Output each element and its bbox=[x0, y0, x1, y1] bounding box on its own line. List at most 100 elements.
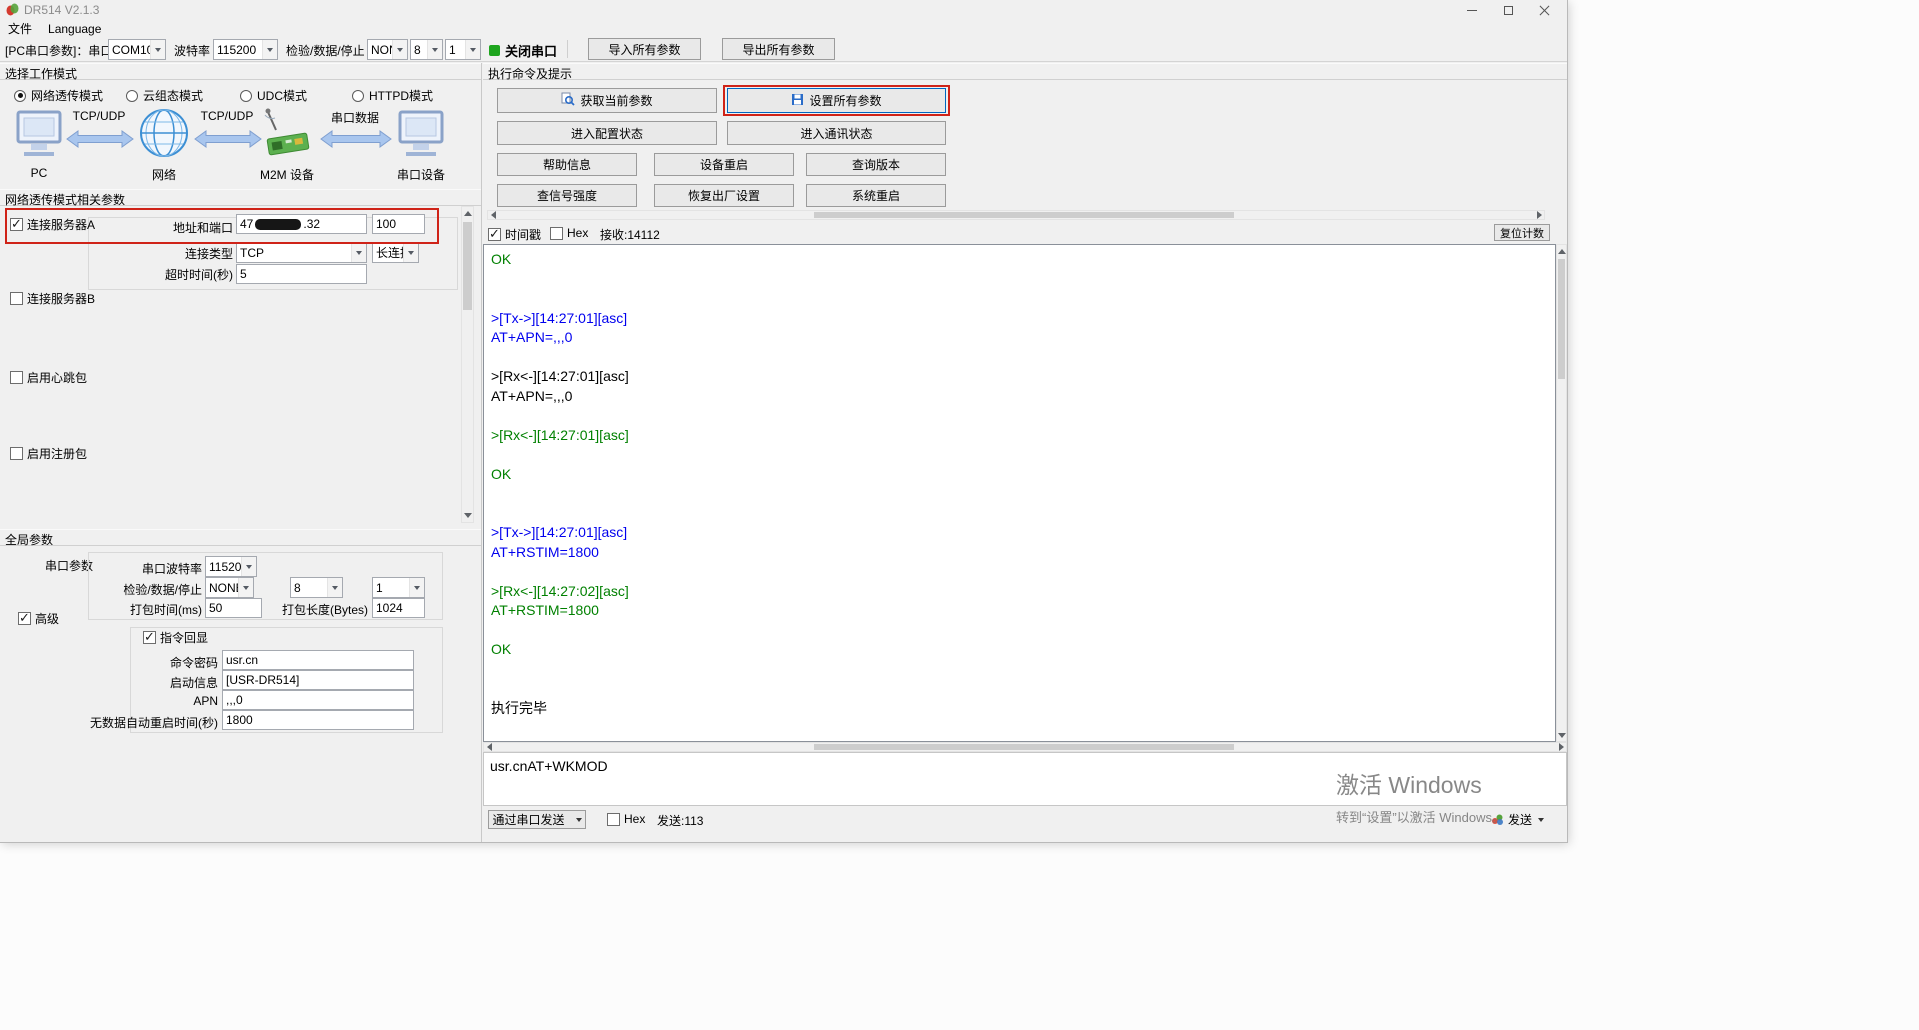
parity-select[interactable]: NONI bbox=[367, 39, 408, 60]
pack-len-input[interactable] bbox=[372, 598, 425, 618]
query-version-button[interactable]: 查询版本 bbox=[806, 153, 946, 176]
conn-mode-select[interactable]: 长连接 bbox=[372, 242, 419, 263]
scroll-up-icon[interactable] bbox=[1557, 245, 1566, 257]
server-a-address-input[interactable]: 47 .32 bbox=[236, 214, 367, 234]
mode-net-transparent-radio[interactable]: 网络透传模式 bbox=[14, 87, 103, 104]
titlebar: DR514 V2.1.3 bbox=[0, 0, 1567, 20]
minimize-button[interactable] bbox=[1454, 0, 1490, 20]
menu-file[interactable]: 文件 bbox=[8, 20, 32, 37]
server-b-checkbox[interactable]: 连接服务器B bbox=[10, 290, 95, 307]
server-a-port-input[interactable] bbox=[372, 214, 425, 234]
scroll-down-icon[interactable] bbox=[1557, 729, 1566, 741]
enter-config-button[interactable]: 进入配置状态 bbox=[497, 121, 717, 145]
apn-label: APN bbox=[60, 694, 218, 708]
cmd-password-input[interactable] bbox=[222, 650, 414, 670]
help-info-button[interactable]: 帮助信息 bbox=[497, 153, 637, 176]
left-panel-scrollbar[interactable] bbox=[461, 206, 474, 523]
scrollbar-thumb[interactable] bbox=[814, 744, 1234, 750]
mode-udc-radio[interactable]: UDC模式 bbox=[240, 87, 307, 104]
hex-send-checkbox[interactable]: Hex bbox=[607, 812, 645, 826]
maximize-icon bbox=[1504, 6, 1513, 15]
import-all-label: 导入所有参数 bbox=[608, 41, 680, 58]
chevron-down-icon bbox=[576, 818, 582, 825]
scroll-up-icon[interactable] bbox=[462, 207, 473, 220]
export-all-label: 导出所有参数 bbox=[742, 41, 814, 58]
log-line: AT+APN=,,,0 bbox=[491, 387, 1548, 407]
stopbits-select[interactable]: 1 bbox=[445, 39, 481, 60]
command-hscrollbar[interactable] bbox=[487, 210, 1545, 220]
chevron-down-icon bbox=[241, 557, 256, 576]
databits-select[interactable]: 8 bbox=[410, 39, 443, 60]
export-all-params-button[interactable]: 导出所有参数 bbox=[722, 38, 835, 60]
send-input[interactable]: usr.cnAT+WKMOD bbox=[483, 752, 1567, 806]
radio-icon bbox=[126, 90, 138, 102]
command-section-header: 执行命令及提示 bbox=[483, 63, 1567, 80]
echo-checkbox[interactable]: 指令回显 bbox=[140, 629, 211, 646]
apn-input[interactable] bbox=[222, 690, 414, 710]
chevron-down-icon bbox=[409, 578, 424, 597]
baud-value: 115200 bbox=[214, 43, 262, 57]
scroll-down-icon[interactable] bbox=[462, 509, 473, 522]
heartbeat-checkbox[interactable]: 启用心跳包 bbox=[10, 369, 87, 386]
baud-select[interactable]: 115200 bbox=[213, 39, 278, 60]
mode-cloud-radio[interactable]: 云组态模式 bbox=[126, 87, 203, 104]
system-restart-button[interactable]: 系统重启 bbox=[806, 184, 946, 207]
g-baud-select[interactable]: 115200 bbox=[205, 556, 257, 577]
close-icon bbox=[1539, 5, 1550, 16]
log-line bbox=[491, 660, 1548, 680]
factory-reset-button[interactable]: 恢复出厂设置 bbox=[654, 184, 794, 207]
scrollbar-thumb[interactable] bbox=[1558, 259, 1565, 379]
get-params-button[interactable]: 获取当前参数 bbox=[497, 88, 717, 113]
conn-type-select[interactable]: TCP bbox=[236, 242, 367, 263]
enter-comm-button[interactable]: 进入通讯状态 bbox=[727, 121, 946, 145]
com-port-select[interactable]: COM10 bbox=[108, 39, 166, 60]
m2m-device-icon bbox=[262, 106, 314, 165]
send-icon bbox=[1491, 813, 1504, 826]
addr-port-label: 地址和端口 bbox=[88, 219, 233, 236]
log-area[interactable]: OK >[Tx->][14:27:01][asc]AT+APN=,,,0 >[R… bbox=[483, 244, 1556, 742]
recv-count: 接收:14112 bbox=[600, 228, 660, 242]
set-params-button[interactable]: 设置所有参数 bbox=[727, 88, 946, 113]
import-all-params-button[interactable]: 导入所有参数 bbox=[588, 38, 701, 60]
send-button[interactable]: 发送 bbox=[1491, 811, 1544, 828]
close-button[interactable] bbox=[1526, 0, 1562, 20]
send-mode-dropdown[interactable]: 通过串口发送 bbox=[488, 810, 586, 829]
maximize-button[interactable] bbox=[1490, 0, 1526, 20]
device-restart-button[interactable]: 设备重启 bbox=[654, 153, 794, 176]
menu-language[interactable]: Language bbox=[48, 22, 101, 36]
scroll-left-icon[interactable] bbox=[484, 743, 494, 751]
register-packet-checkbox[interactable]: 启用注册包 bbox=[10, 445, 87, 462]
advanced-checkbox[interactable]: 高级 bbox=[18, 610, 59, 627]
idle-restart-input[interactable] bbox=[222, 710, 414, 730]
g-stopbits-select[interactable]: 1 bbox=[372, 577, 425, 598]
hex-recv-checkbox[interactable]: Hex bbox=[550, 226, 588, 240]
chevron-down-icon bbox=[403, 243, 418, 262]
scroll-left-icon[interactable] bbox=[488, 211, 498, 219]
g-databits-select[interactable]: 8 bbox=[290, 577, 343, 598]
log-hscrollbar[interactable] bbox=[483, 742, 1567, 752]
mode-cloud-label: 云组态模式 bbox=[143, 87, 203, 104]
scrollbar-thumb[interactable] bbox=[463, 222, 472, 310]
close-serial-button[interactable]: 关闭串口 bbox=[489, 41, 557, 60]
scroll-right-icon[interactable] bbox=[1556, 743, 1566, 751]
mode-httpd-radio[interactable]: HTTPD模式 bbox=[352, 87, 433, 104]
query-signal-label: 查信号强度 bbox=[537, 187, 597, 204]
server-a-checkbox[interactable]: 连接服务器A bbox=[10, 216, 95, 233]
query-signal-button[interactable]: 查信号强度 bbox=[497, 184, 637, 207]
log-vscrollbar[interactable] bbox=[1556, 244, 1567, 742]
parity-value: NONI bbox=[368, 43, 392, 57]
pack-time-input[interactable] bbox=[205, 598, 262, 618]
scrollbar-thumb[interactable] bbox=[814, 212, 1234, 218]
menubar: 文件 Language bbox=[0, 20, 1567, 37]
chevron-down-icon bbox=[392, 40, 407, 59]
scroll-right-icon[interactable] bbox=[1534, 211, 1544, 219]
reset-count-button[interactable]: 复位计数 bbox=[1494, 224, 1550, 241]
g-parity-select[interactable]: NONE bbox=[205, 577, 254, 598]
timestamp-label: 时间戳 bbox=[505, 226, 541, 243]
work-mode-section-header: 选择工作模式 bbox=[0, 63, 481, 80]
arrow-icon bbox=[320, 129, 392, 152]
boot-msg-input[interactable] bbox=[222, 670, 414, 690]
timeout-input[interactable] bbox=[236, 264, 367, 284]
g-baud-value: 115200 bbox=[206, 560, 241, 574]
timestamp-checkbox[interactable]: 时间戳 bbox=[488, 226, 541, 243]
